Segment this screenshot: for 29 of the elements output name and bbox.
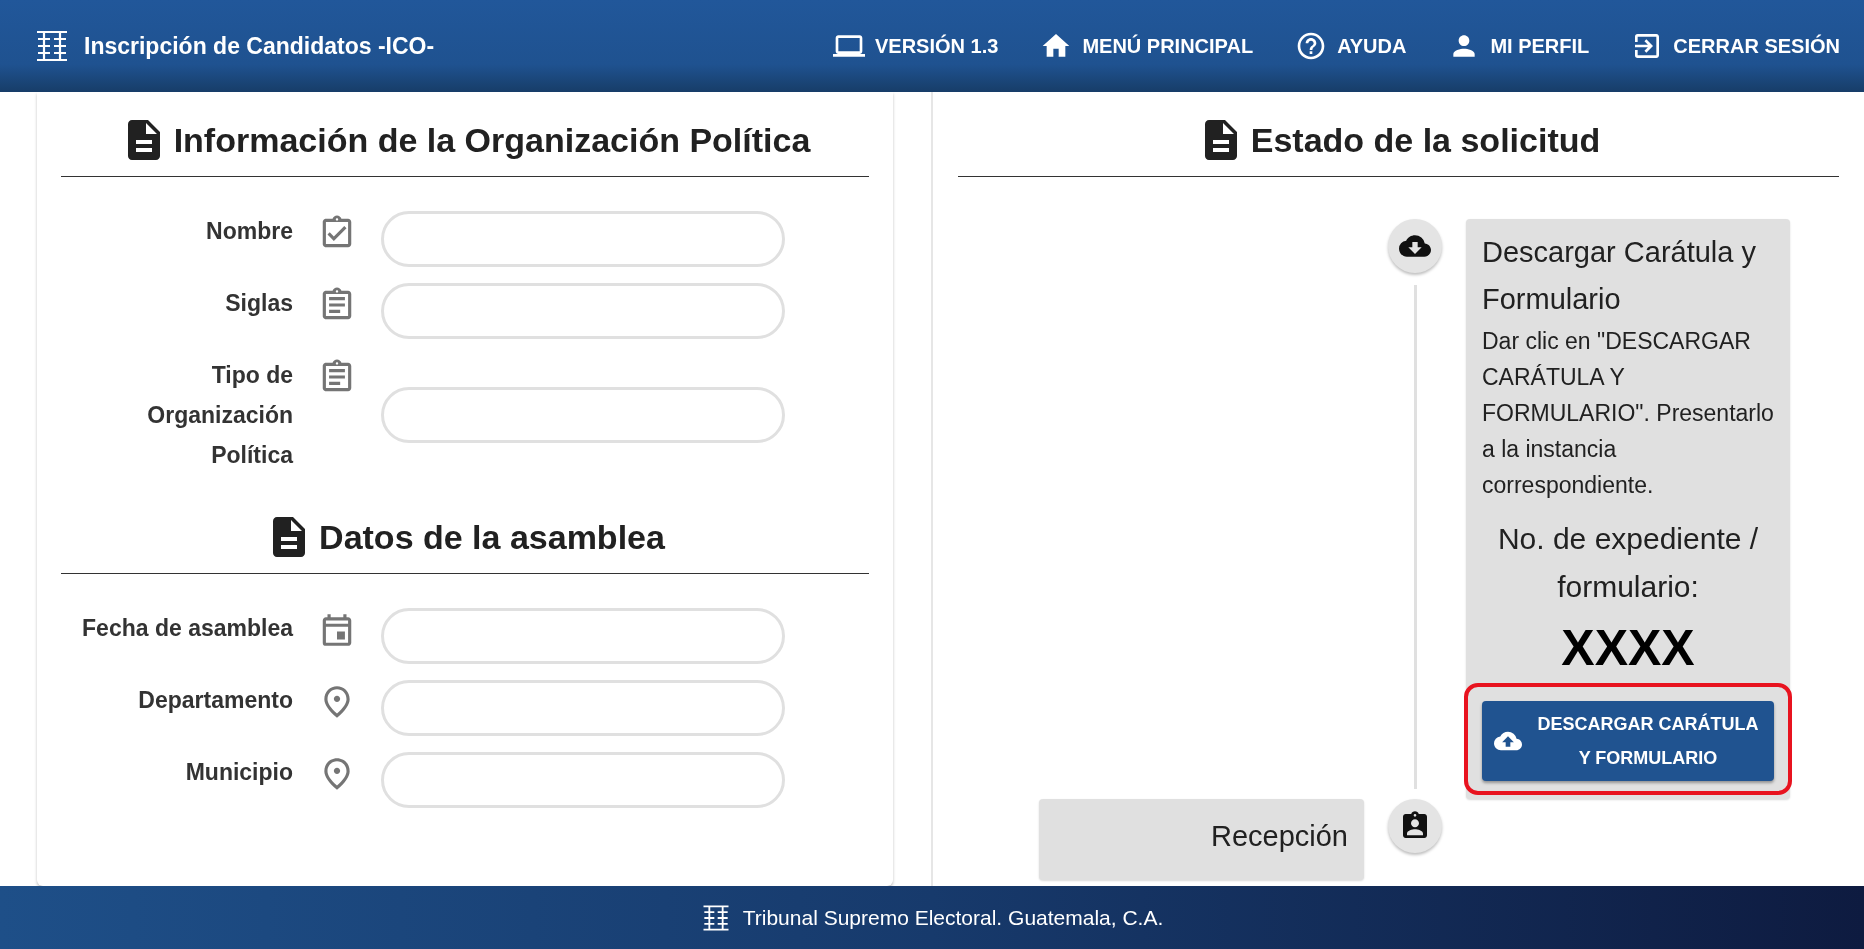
section-title: Datos de la asamblea	[319, 517, 665, 557]
logo-icon	[34, 28, 70, 64]
section-title: Estado de la solicitud	[1250, 120, 1601, 160]
step-title: Recepción	[1209, 819, 1348, 854]
field-label: Municipio	[184, 758, 293, 787]
field-label: Nombre	[205, 217, 293, 246]
nav-link[interactable]: MI PERFIL	[1442, 24, 1596, 68]
nav-link[interactable]: VERSIÓN 1.3	[827, 24, 1005, 68]
input-field[interactable]	[381, 752, 785, 808]
input-field[interactable]	[381, 387, 785, 443]
step-description: Dar clic en "DESCARGAR CARÁTULA Y FORMULARIO". Presentarlo a la instancia correspondiente.	[1482, 327, 1774, 500]
field-label: Tipo de Organización Política	[146, 361, 293, 470]
app-title: Inscripción de Candidatos -ICO-	[84, 32, 435, 60]
download-button[interactable]: DESCARGAR CARÁTULA Y FORMULARIO	[1482, 701, 1774, 781]
footer-text: Tribunal Supremo Electoral. Guatemala, C.A.	[742, 905, 1164, 930]
input-field[interactable]	[381, 211, 785, 267]
field-label: Fecha de asamblea	[81, 614, 293, 643]
nav-link[interactable]: CERRAR SESIÓN	[1625, 24, 1846, 68]
field-label: Departamento	[137, 686, 293, 715]
input-field[interactable]	[381, 680, 785, 736]
step-title: Descargar Carátula y Formulario	[1482, 235, 1757, 317]
nav-link[interactable]: MENÚ PRINCIPAL	[1034, 24, 1260, 68]
field-label: Siglas	[224, 289, 293, 318]
section-title: Información de la Organización Política	[173, 120, 811, 160]
input-field[interactable]	[381, 283, 785, 339]
input-field[interactable]	[381, 608, 785, 664]
nav-link[interactable]: AYUDA	[1289, 24, 1413, 68]
number-label: No. de expediente / formulario:	[1496, 521, 1760, 605]
number-value: XXXX	[1560, 619, 1696, 677]
